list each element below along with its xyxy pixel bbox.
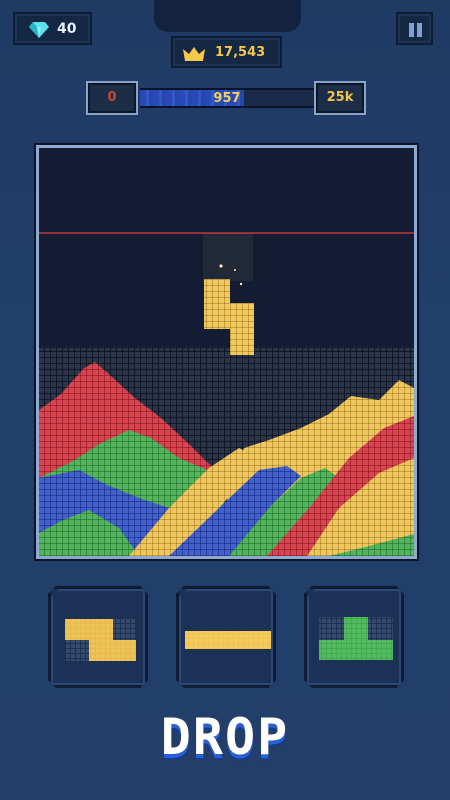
drop-trail [203, 233, 253, 281]
progress-start: 0 [86, 81, 138, 115]
diamond-icon [29, 22, 49, 38]
z-piece[interactable] [51, 589, 151, 691]
pixel-grid [39, 348, 414, 556]
best-score: 17,543 [171, 36, 282, 68]
crown-icon [183, 47, 205, 61]
falling-piece[interactable] [204, 279, 254, 355]
piece-slot-3[interactable] [304, 586, 404, 688]
game-board[interactable] [36, 145, 417, 559]
progress-goal: 25k [314, 81, 366, 115]
i-piece[interactable] [179, 589, 279, 691]
progress-current: 957 [213, 91, 241, 106]
pause-icon-bar [417, 23, 422, 37]
sparkle [219, 264, 223, 268]
t-piece[interactable] [307, 589, 407, 691]
pause-icon [409, 23, 414, 37]
best-score-value: 17,543 [215, 45, 266, 60]
pause-button[interactable] [396, 12, 433, 45]
gem-counter[interactable]: 40 [13, 12, 92, 45]
game-title: DROP [160, 708, 290, 766]
progress-track: 957 [140, 88, 314, 108]
sparkle [234, 269, 236, 271]
piece-slot-2[interactable] [176, 586, 276, 688]
sand-field [39, 232, 414, 556]
sparkle [239, 282, 243, 286]
piece-slot-1[interactable] [48, 586, 148, 688]
gem-count: 40 [57, 21, 77, 37]
top-notch [154, 0, 301, 32]
level-progress: 0 957 25k [86, 81, 366, 115]
